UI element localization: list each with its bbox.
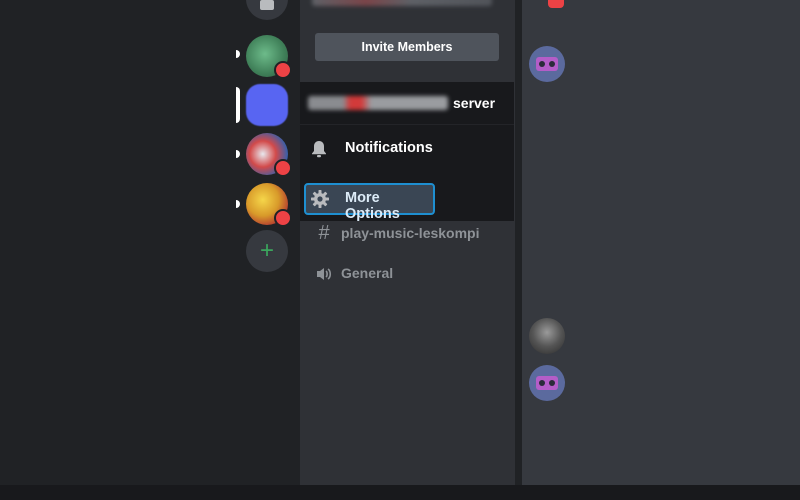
channel-panel: Invite Members # play-music-leskompi Gen…: [300, 0, 515, 485]
server-header-blurred[interactable]: [312, 0, 492, 6]
menu-item-label: Notifications: [345, 140, 433, 156]
menu-item-label: More Options: [345, 190, 400, 222]
divider: [515, 0, 522, 485]
boombox-icon: [536, 57, 558, 71]
mention-badge: [274, 209, 292, 227]
server-context-menu: server Notifications More Options: [300, 82, 514, 222]
messages-server-icon[interactable]: [246, 0, 288, 20]
bell-icon: [309, 139, 329, 159]
server-icon-1[interactable]: [246, 35, 292, 79]
add-server-button[interactable]: +: [246, 230, 288, 272]
invite-members-button[interactable]: Invite Members: [315, 33, 499, 61]
mention-badge: [274, 61, 292, 79]
plus-icon: +: [259, 237, 274, 264]
hashtag-icon: #: [318, 222, 330, 244]
notification-badge: [548, 0, 564, 8]
server-icon-2[interactable]: [246, 84, 288, 126]
boombox-icon: [536, 376, 558, 390]
bot-avatar[interactable]: [529, 46, 565, 82]
server-name-blurred: [308, 96, 448, 110]
user-avatar[interactable]: [529, 318, 565, 354]
gear-icon: [310, 189, 330, 209]
speaker-icon: [314, 262, 334, 284]
chat-bubble-icon: [260, 0, 274, 10]
unread-indicator: [236, 50, 240, 58]
channel-general[interactable]: General: [314, 262, 504, 286]
channel-label: General: [341, 265, 394, 281]
bottom-bar: [0, 485, 800, 500]
selected-indicator: [236, 87, 240, 123]
mention-badge: [274, 159, 292, 177]
unread-indicator: [236, 150, 240, 158]
server-rail: +: [236, 0, 300, 485]
server-name-suffix: server: [453, 95, 496, 111]
channel-play-music[interactable]: # play-music-leskompi: [314, 222, 504, 246]
channel-label: play-music-leskompi: [341, 225, 480, 241]
bot-avatar[interactable]: [529, 365, 565, 401]
background-left: [0, 0, 236, 485]
context-menu-header: server: [300, 82, 514, 125]
server-icon-4[interactable]: [246, 183, 292, 227]
menu-item-notifications[interactable]: Notifications: [300, 130, 514, 168]
menu-item-more-options[interactable]: More Options: [304, 183, 435, 222]
server-icon-3[interactable]: [246, 133, 292, 177]
unread-indicator: [236, 200, 240, 208]
chat-area: [522, 0, 800, 485]
